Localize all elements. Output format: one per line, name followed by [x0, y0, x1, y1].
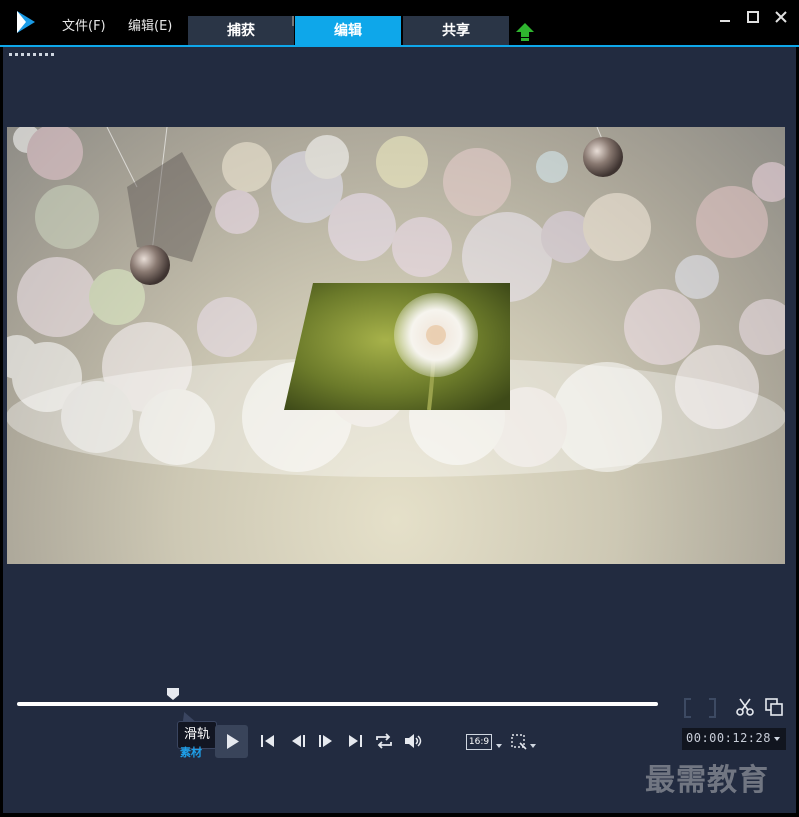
copy-icon[interactable]	[764, 697, 784, 717]
crop-dropdown-icon[interactable]	[530, 744, 536, 748]
minimize-icon[interactable]	[716, 8, 734, 26]
play-icon	[227, 734, 239, 749]
dandelion-photo[interactable]	[284, 283, 510, 410]
timecode-dropdown-icon[interactable]	[774, 737, 780, 741]
material-mode-label[interactable]: 素材	[180, 744, 202, 760]
timecode-value[interactable]: 00:00:12:28	[686, 731, 771, 745]
close-icon[interactable]	[772, 8, 790, 26]
panel-grip[interactable]	[9, 53, 55, 56]
play-button[interactable]	[215, 725, 248, 758]
tab-capture[interactable]: 捕获	[188, 16, 294, 46]
aspect-ratio-button[interactable]: 16:9	[466, 734, 492, 750]
menu-file[interactable]: 文件(F)	[62, 15, 106, 34]
go-to-end-icon[interactable]	[344, 730, 366, 752]
scissors-icon[interactable]	[735, 697, 755, 717]
go-to-start-icon[interactable]	[257, 730, 279, 752]
tab-edit[interactable]: 编辑	[295, 16, 401, 46]
maximize-icon[interactable]	[744, 8, 762, 26]
aspect-dropdown-icon[interactable]	[496, 744, 502, 748]
timecode-display[interactable]: 00:00:12:28	[682, 728, 786, 750]
menu-edit[interactable]: 编辑(E)	[128, 15, 172, 34]
next-frame-icon[interactable]	[314, 730, 336, 752]
scrubber-handle-icon[interactable]	[166, 687, 180, 701]
crop-icon[interactable]	[510, 733, 528, 751]
tab-share[interactable]: 共享	[403, 16, 509, 46]
tab-divider	[292, 16, 294, 26]
watermark-text: 最需教育	[645, 763, 769, 798]
window-frame-bottom	[0, 813, 799, 817]
trim-marker-icon[interactable]	[683, 697, 717, 719]
playback-scrubber[interactable]	[17, 702, 658, 706]
play-logo-icon[interactable]	[14, 10, 38, 34]
previous-frame-icon[interactable]	[288, 730, 310, 752]
upload-arrow-icon[interactable]	[514, 22, 536, 42]
repeat-icon[interactable]	[373, 730, 395, 752]
title-bar: 文件(F) 编辑(E) 捕获 编辑 共享	[0, 0, 799, 46]
volume-icon[interactable]	[402, 730, 424, 752]
preview-window[interactable]	[7, 127, 785, 564]
